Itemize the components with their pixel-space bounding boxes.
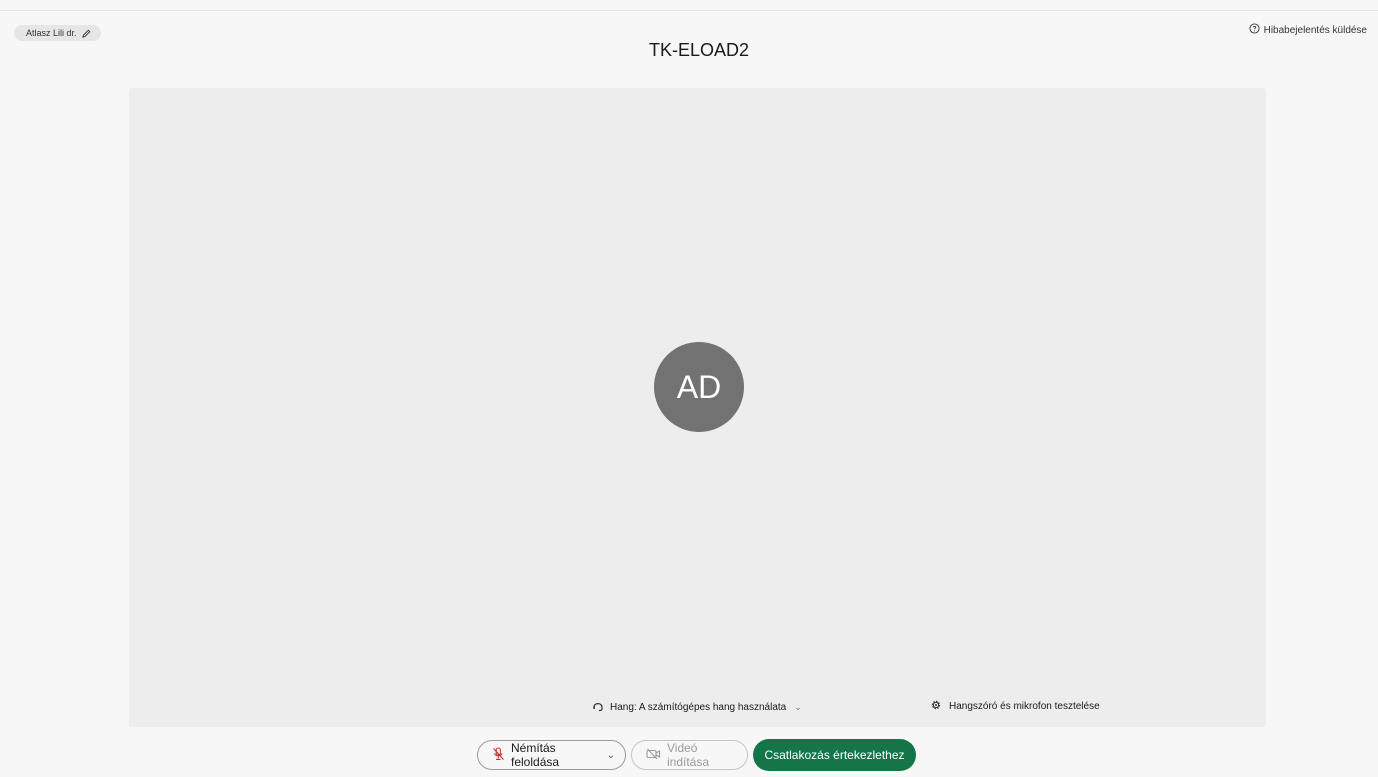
meeting-prejoin-page: Atlasz Lili dr. Hibabejelentés küldése T… bbox=[0, 0, 1378, 777]
chevron-down-icon[interactable]: ⌄ bbox=[607, 750, 615, 761]
top-divider bbox=[0, 10, 1378, 11]
join-controls-bar: Némítás feloldása ⌄ Videó indítása Csatl… bbox=[477, 739, 916, 771]
report-problem-label: Hibabejelentés küldése bbox=[1263, 24, 1367, 36]
join-meeting-button[interactable]: Csatlakozás értekezlethez bbox=[753, 739, 916, 771]
unmute-button[interactable]: Némítás feloldása ⌄ bbox=[477, 740, 626, 770]
self-view-preview: AD Hang: A számítógépes hang használata … bbox=[129, 88, 1266, 727]
start-video-button[interactable]: Videó indítása bbox=[631, 740, 748, 770]
avatar: AD bbox=[654, 342, 744, 432]
display-name-chip[interactable]: Atlasz Lili dr. bbox=[14, 25, 101, 41]
question-circle-icon bbox=[1249, 23, 1260, 37]
pencil-icon bbox=[81, 29, 91, 38]
meeting-title: TK-ELOAD2 bbox=[648, 40, 750, 60]
report-problem-link[interactable]: Hibabejelentés küldése bbox=[1249, 23, 1367, 37]
audio-connection-label: Hang: A számítógépes hang használata bbox=[610, 702, 787, 713]
unmute-label: Némítás feloldása bbox=[511, 741, 560, 769]
start-video-label: Videó indítása bbox=[667, 741, 710, 769]
headset-icon bbox=[592, 700, 604, 715]
audio-connection-dropdown[interactable]: Hang: A számítógépes hang használata ⌄ bbox=[592, 700, 802, 715]
microphone-muted-icon bbox=[492, 746, 505, 764]
chevron-down-icon: ⌄ bbox=[794, 702, 802, 712]
video-off-icon bbox=[646, 748, 661, 763]
test-speaker-mic-link[interactable]: Hangszóró és mikrofon tesztelése bbox=[930, 699, 1100, 714]
display-name-label: Atlasz Lili dr. bbox=[26, 28, 77, 38]
join-meeting-label: Csatlakozás értekezlethez bbox=[764, 748, 905, 762]
test-speaker-mic-label: Hangszóró és mikrofon tesztelése bbox=[949, 701, 1100, 712]
gear-icon bbox=[930, 699, 942, 714]
